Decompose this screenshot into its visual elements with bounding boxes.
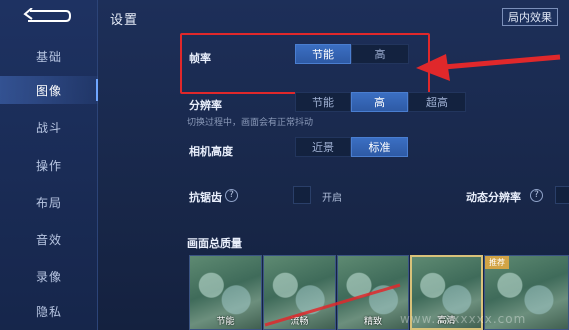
- dynamic-resolution-label: 动态分辨率: [466, 191, 521, 204]
- in-game-effect-button[interactable]: 局内效果: [502, 8, 558, 26]
- page-title: 设置: [110, 13, 139, 28]
- watermark: www.xxxxxxx.com: [400, 312, 527, 326]
- anti-aliasing-label: 抗锯齿: [189, 191, 222, 204]
- resolution-option-eco[interactable]: 节能: [295, 92, 351, 112]
- resolution-label: 分辨率: [189, 99, 222, 112]
- resolution-hint: 切换过程中，画面会有正常抖动: [187, 118, 314, 128]
- overall-quality-label: 画面总质量: [187, 237, 242, 250]
- sidebar-item-basic[interactable]: 基础: [0, 42, 98, 70]
- annotation-highlight-box: [180, 33, 430, 94]
- resolution-option-ultra[interactable]: 超高: [408, 92, 466, 112]
- annotation-stroke-icon: [264, 283, 401, 327]
- anti-aliasing-checkbox[interactable]: [293, 186, 311, 204]
- sidebar-item-sound[interactable]: 音效: [0, 225, 98, 253]
- recommended-badge: 推荐: [485, 256, 509, 269]
- dynamic-resolution-help-icon[interactable]: ?: [530, 189, 543, 202]
- anti-aliasing-toggle-label: 开启: [322, 193, 342, 204]
- sidebar-item-layout[interactable]: 布局: [0, 188, 98, 216]
- sidebar-item-graphics[interactable]: 图像: [0, 76, 99, 104]
- sidebar-item-controls[interactable]: 操作: [0, 151, 98, 179]
- anti-aliasing-help-icon[interactable]: ?: [225, 189, 238, 202]
- resolution-option-high[interactable]: 高: [351, 92, 408, 112]
- annotation-arrow-icon: [416, 54, 561, 81]
- quality-thumbnail[interactable]: 节能: [189, 255, 262, 330]
- sidebar-item-replay[interactable]: 录像: [0, 262, 98, 290]
- back-arrow-icon[interactable]: [22, 8, 72, 24]
- camera-height-option-standard[interactable]: 标准: [351, 137, 408, 157]
- camera-height-option-near[interactable]: 近景: [295, 137, 351, 157]
- quality-thumbnail-label: 节能: [216, 317, 235, 327]
- sidebar-item-combat[interactable]: 战斗: [0, 113, 98, 141]
- dynamic-resolution-checkbox[interactable]: [555, 186, 569, 204]
- sidebar: 基础 图像 战斗 操作 布局 音效 录像 隐私: [0, 0, 99, 330]
- sidebar-item-privacy[interactable]: 隐私: [0, 297, 98, 325]
- camera-height-label: 相机高度: [189, 145, 233, 158]
